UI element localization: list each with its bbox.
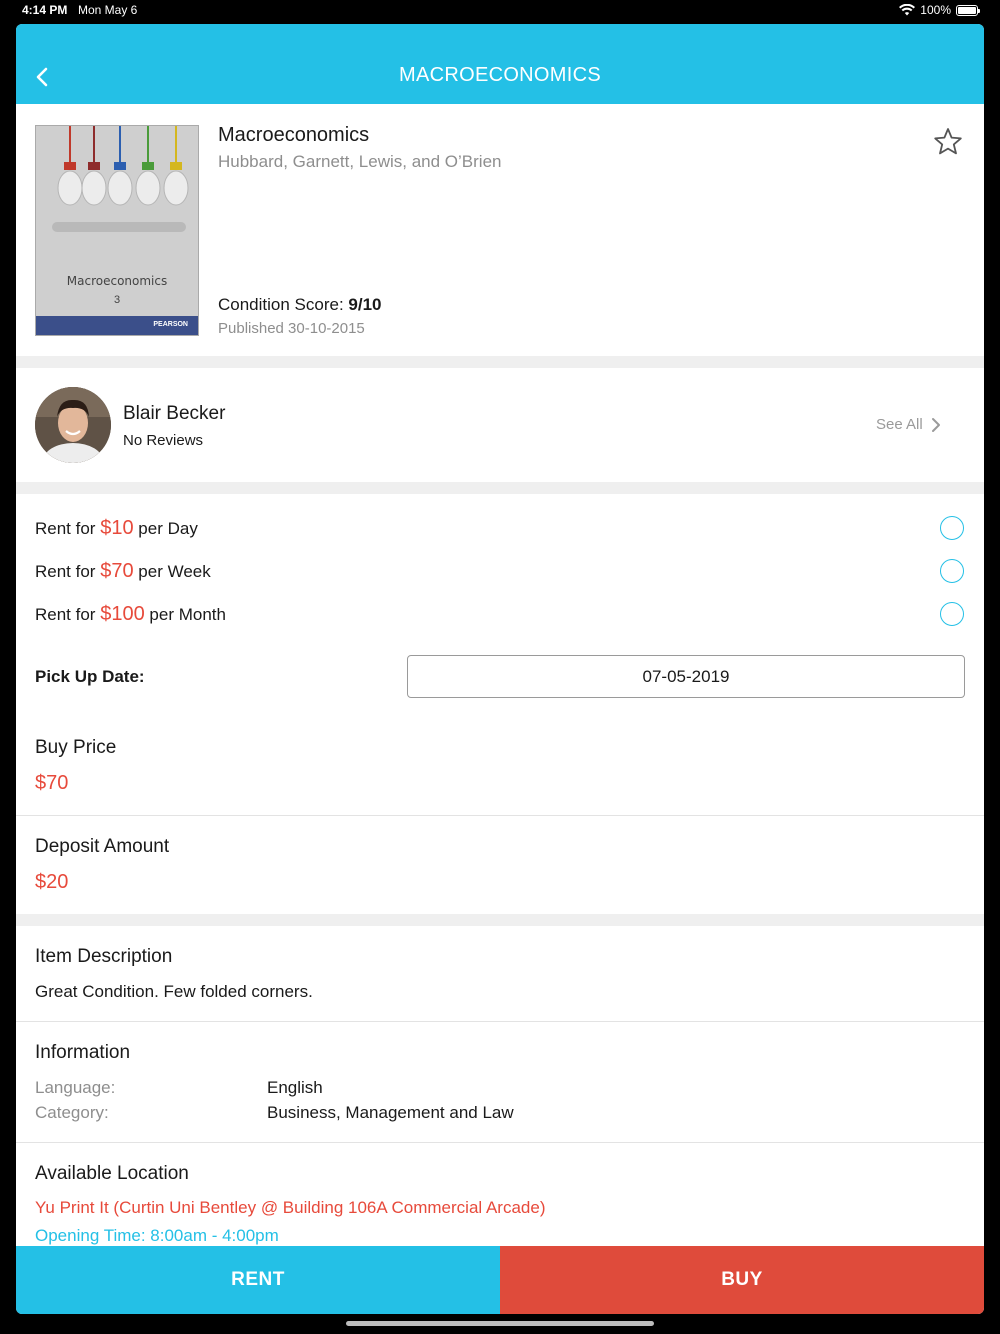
rent-week-radio[interactable] — [940, 559, 964, 583]
condition-score: Condition Score: 9/10 — [218, 295, 382, 315]
app-window: MACROECONOMICS Macroeconomics 3 PEARSON … — [16, 24, 984, 1314]
chevron-right-icon — [931, 417, 940, 432]
rent-price: $10 — [100, 517, 134, 539]
rent-price: $100 — [100, 603, 145, 625]
star-outline-icon — [934, 128, 962, 155]
location-name[interactable]: Yu Print It (Curtin Uni Bentley @ Buildi… — [35, 1198, 545, 1218]
cover-title: Macroeconomics — [66, 274, 168, 288]
pickup-date-field[interactable]: 07-05-2019 — [407, 655, 965, 698]
section-divider — [16, 914, 984, 926]
section-divider — [16, 482, 984, 494]
home-indicator[interactable] — [346, 1321, 654, 1326]
battery-percent: 100% — [920, 3, 951, 17]
rent-option-prefix: Rent for — [35, 519, 101, 538]
rent-option-week[interactable]: Rent for $70 per Week — [35, 560, 211, 583]
rent-option-day[interactable]: Rent for $10 per Day — [35, 517, 198, 540]
condition-value: 9/10 — [348, 295, 382, 314]
condition-label: Condition Score: — [218, 295, 344, 314]
status-date: Mon May 6 — [78, 3, 138, 17]
pickup-date-label: Pick Up Date: — [35, 667, 145, 686]
rent-day-radio[interactable] — [940, 516, 964, 540]
published-date: Published 30-10-2015 — [218, 320, 365, 337]
divider-line — [16, 1142, 984, 1143]
seller-avatar[interactable] — [35, 387, 111, 463]
rent-month-radio[interactable] — [940, 602, 964, 626]
status-indicators: 100% — [899, 3, 980, 17]
wifi-icon — [899, 4, 916, 16]
divider-line — [16, 1021, 984, 1022]
rent-option-period: per Month — [144, 605, 226, 624]
book-cover-image: Macroeconomics 3 PEARSON — [35, 125, 199, 336]
rent-button[interactable]: RENT — [16, 1246, 500, 1314]
description-label: Item Description — [35, 946, 173, 967]
cover-edition: 3 — [113, 294, 121, 306]
location-label: Available Location — [35, 1163, 189, 1184]
seller-reviews: No Reviews — [123, 432, 204, 449]
buy-price-value: $70 — [35, 772, 69, 794]
deposit-label: Deposit Amount — [35, 836, 170, 857]
cover-publisher: PEARSON — [153, 321, 188, 328]
see-all-label: See All — [876, 416, 923, 433]
divider-line — [16, 815, 984, 816]
category-value: Business, Management and Law — [267, 1103, 514, 1122]
category-key: Category: — [35, 1103, 109, 1122]
rent-option-prefix: Rent for — [35, 562, 101, 581]
see-all-button[interactable]: See All — [876, 416, 941, 433]
book-title: Macroeconomics — [218, 124, 370, 146]
buy-price-label: Buy Price — [35, 737, 117, 758]
navigation-bar: MACROECONOMICS — [16, 24, 984, 104]
rent-option-month[interactable]: Rent for $100 per Month — [35, 603, 226, 626]
rent-option-period: per Week — [133, 562, 211, 581]
rent-option-prefix: Rent for — [35, 605, 101, 624]
status-time: 4:14 PM — [22, 3, 68, 17]
page-title: MACROECONOMICS — [399, 64, 601, 86]
opening-time: Opening Time: 8:00am - 4:00pm — [35, 1226, 279, 1245]
rent-price: $70 — [100, 560, 134, 582]
buy-button[interactable]: BUY — [500, 1246, 984, 1314]
description-text: Great Condition. Few folded corners. — [35, 982, 313, 1001]
deposit-value: $20 — [35, 871, 69, 893]
information-label: Information — [35, 1042, 131, 1063]
rent-option-period: per Day — [133, 519, 198, 538]
book-authors: Hubbard, Garnett, Lewis, and O’Brien — [218, 152, 502, 171]
language-value: English — [267, 1078, 323, 1097]
favorite-button[interactable] — [932, 126, 964, 158]
section-divider — [16, 356, 984, 368]
avatar-photo — [35, 387, 111, 463]
seller-name: Blair Becker — [123, 403, 226, 424]
language-key: Language: — [35, 1078, 116, 1097]
battery-icon — [956, 4, 980, 16]
status-bar: 4:14 PM Mon May 6 100% — [0, 0, 1000, 24]
